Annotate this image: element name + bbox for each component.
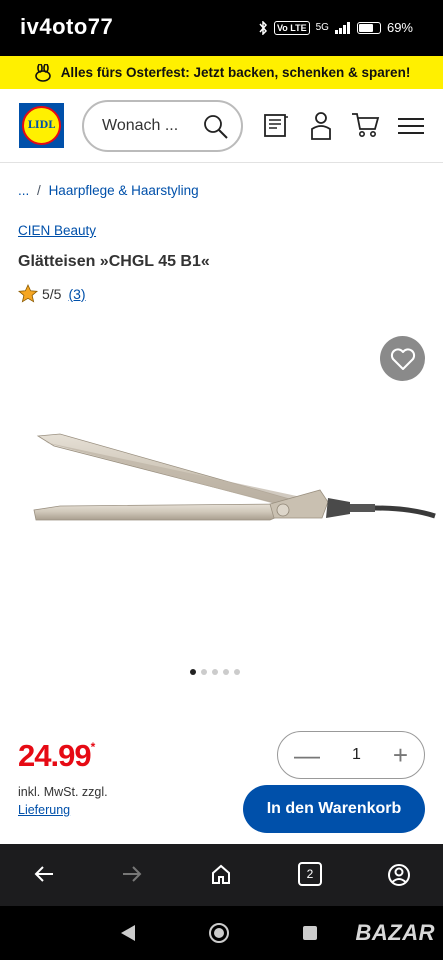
menu-icon[interactable] bbox=[398, 117, 424, 135]
tabs-button[interactable]: 2 bbox=[298, 862, 322, 886]
vat-note: inkl. MwSt. zzgl. bbox=[18, 785, 108, 799]
carrier-label: iv4oto77 bbox=[20, 14, 114, 39]
breadcrumb-category[interactable]: Haarpflege & Haarstyling bbox=[49, 183, 199, 198]
star-icon bbox=[18, 284, 38, 303]
promo-text: Alles fürs Osterfest: Jetzt backen, sche… bbox=[60, 65, 411, 80]
tab-count: 2 bbox=[306, 867, 314, 881]
profile-icon[interactable] bbox=[387, 863, 411, 887]
gallery-dot-1[interactable] bbox=[190, 669, 196, 675]
nav-back-icon[interactable] bbox=[120, 924, 136, 942]
volte-icon: Vo LTE bbox=[273, 20, 310, 35]
price-value: 24.99 bbox=[18, 738, 92, 773]
quantity-stepper: — 1 + bbox=[277, 731, 425, 779]
watermark-text: BAZAR bbox=[355, 920, 435, 945]
search-placeholder: Wonach ... bbox=[102, 117, 179, 134]
battery-percent: 69% bbox=[386, 20, 413, 35]
user-account-icon[interactable] bbox=[308, 111, 334, 141]
product-rating: 5/5 (3) bbox=[18, 284, 86, 303]
gallery-dot-4[interactable] bbox=[223, 669, 229, 675]
status-icons: Vo LTE 5G 69% bbox=[258, 20, 413, 35]
battery-icon bbox=[356, 21, 381, 34]
breadcrumb-separator: / bbox=[37, 183, 41, 198]
gallery-dot-3[interactable] bbox=[212, 669, 218, 675]
search-input[interactable]: Wonach ... bbox=[82, 100, 243, 152]
gallery-dot-2[interactable] bbox=[201, 669, 207, 675]
breadcrumb: ... / Haarpflege & Haarstyling bbox=[18, 183, 199, 198]
price-footnote-mark: * bbox=[90, 740, 96, 754]
brand-link[interactable]: CIEN Beauty bbox=[18, 223, 96, 238]
nav-recents-icon[interactable] bbox=[302, 925, 318, 941]
browser-toolbar: 2 bbox=[0, 844, 443, 906]
quantity-value[interactable]: 1 bbox=[352, 746, 361, 764]
forward-icon[interactable] bbox=[121, 863, 143, 885]
network-type: 5G bbox=[315, 22, 329, 33]
logo-ring: LIDL bbox=[22, 106, 61, 145]
promo-banner[interactable]: Alles fürs Osterfest: Jetzt backen, sche… bbox=[0, 56, 443, 89]
heart-icon bbox=[390, 347, 415, 370]
bluetooth-icon bbox=[259, 20, 267, 35]
nav-home-icon[interactable] bbox=[208, 922, 230, 944]
rating-value: 5/5 bbox=[42, 285, 62, 302]
product-title: Glätteisen »CHGL 45 B1« bbox=[18, 253, 210, 270]
search-icon[interactable] bbox=[203, 114, 229, 140]
logo-text: LIDL bbox=[27, 120, 56, 131]
site-header: LIDL Wonach ... bbox=[0, 89, 443, 163]
product-page: ... / Haarpflege & Haarstyling CIEN Beau… bbox=[0, 163, 443, 844]
lidl-logo[interactable]: LIDL bbox=[19, 103, 64, 148]
add-to-cart-button[interactable]: In den Warenkorb bbox=[243, 785, 425, 833]
review-count-link[interactable]: (3) bbox=[68, 286, 85, 302]
increase-quantity-button[interactable]: + bbox=[393, 742, 408, 768]
favorite-button[interactable] bbox=[380, 336, 425, 381]
system-navigation-bar: BAZAR bbox=[0, 906, 443, 960]
product-price: 24.99* bbox=[18, 738, 96, 774]
breadcrumb-ellipsis[interactable]: ... bbox=[18, 183, 29, 198]
easter-bunny-icon bbox=[34, 63, 51, 82]
brochure-icon[interactable] bbox=[262, 111, 290, 139]
home-icon[interactable] bbox=[210, 863, 232, 885]
gallery-dot-5[interactable] bbox=[234, 669, 240, 675]
gallery-pagination bbox=[190, 669, 240, 675]
product-image-hair-straightener[interactable] bbox=[30, 428, 440, 538]
delivery-link[interactable]: Lieferung bbox=[18, 803, 70, 817]
back-icon[interactable] bbox=[33, 863, 55, 885]
decrease-quantity-button[interactable]: — bbox=[294, 742, 320, 768]
cart-icon[interactable] bbox=[350, 111, 380, 139]
status-bar: iv4oto77 Vo LTE 5G 69% bbox=[0, 0, 443, 56]
signal-icon bbox=[334, 21, 350, 34]
